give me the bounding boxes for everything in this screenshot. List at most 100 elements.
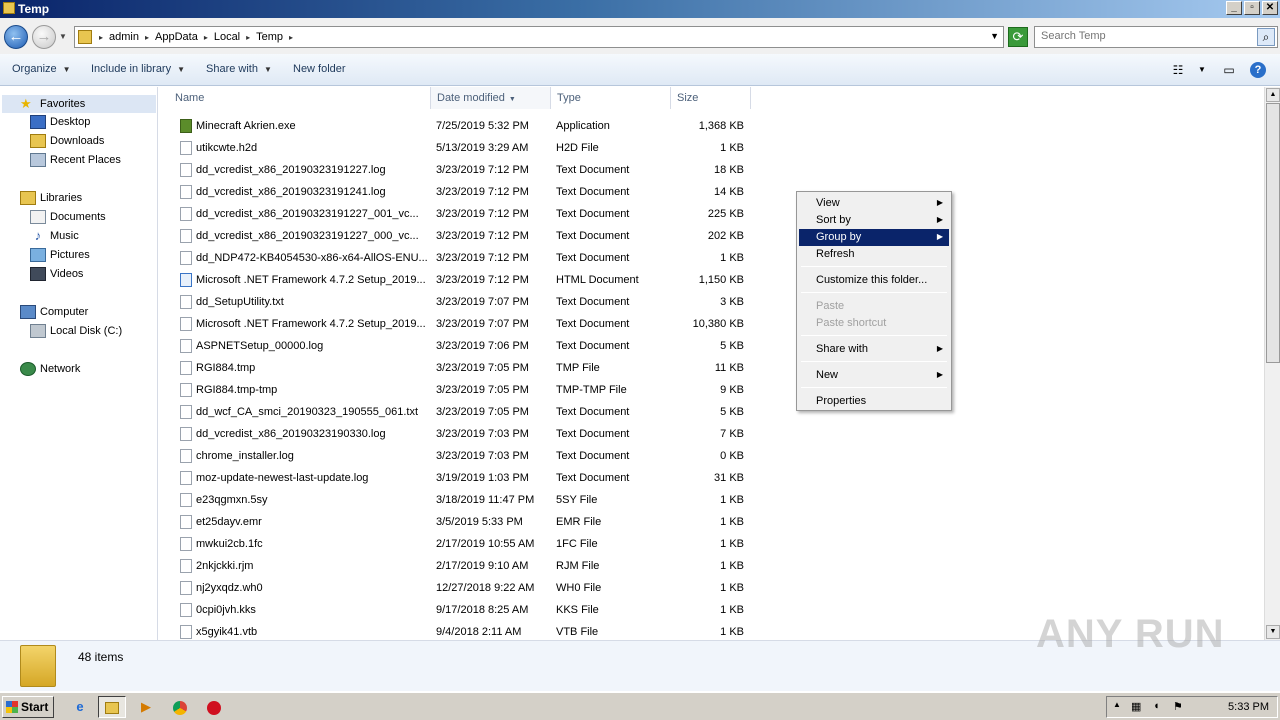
menu-item-properties[interactable]: Properties (799, 393, 949, 410)
videos-icon (30, 267, 46, 281)
breadcrumb-local[interactable]: Local (214, 31, 240, 43)
nav-music[interactable]: ♪ Music (30, 229, 79, 243)
table-row[interactable]: 2nkjckki.rjm 2/17/2019 9:10 AM RJM File 1 K… (160, 555, 760, 577)
table-row[interactable]: dd_SetupUtility.txt 3/23/2019 7:07 PM Text… (160, 291, 760, 313)
file-icon (180, 471, 192, 485)
nav-libraries[interactable]: Libraries (20, 191, 82, 205)
table-row[interactable]: dd_NDP472-KB4054530-x86-x64-AllOS-ENU...… (160, 247, 760, 269)
breadcrumb-separator-icon[interactable]: ▸ (99, 33, 103, 42)
breadcrumb-temp[interactable]: Temp (256, 31, 283, 43)
table-row[interactable]: dd_wcf_CA_smci_20190323_190555_061.txt 3/… (160, 401, 760, 423)
breadcrumb-separator-icon[interactable]: ▸ (145, 33, 149, 42)
nav-network[interactable]: Network (20, 362, 80, 376)
table-row[interactable]: dd_vcredist_x86_20190323190330.log 3/23/2… (160, 423, 760, 445)
refresh-button[interactable]: ⟳ (1008, 27, 1028, 47)
menu-item-paste-shortcut: Paste shortcut (816, 317, 887, 329)
column-header-type[interactable]: Type (551, 87, 671, 109)
menu-item-new[interactable]: New ▶ (799, 367, 949, 384)
search-icon[interactable]: ⌕ (1257, 28, 1275, 46)
action-center-flag-icon[interactable]: ⚑ (1173, 700, 1183, 713)
chrome-icon[interactable] (166, 696, 194, 718)
explorer-task-button[interactable] (98, 696, 126, 718)
clock[interactable]: 5:33 PM (1228, 701, 1269, 713)
table-row[interactable]: e23qgmxn.5sy 3/18/2019 11:47 PM 5SY File 1 … (160, 489, 760, 511)
file-icon (180, 295, 192, 309)
recent-pages-dropdown[interactable]: ▼ (59, 32, 67, 41)
menu-item-sort-by[interactable]: Sort by ▶ (799, 212, 949, 229)
address-history-dropdown[interactable]: ▼ (990, 31, 999, 41)
table-row[interactable]: mwkui2cb.1fc 2/17/2019 10:55 AM 1FC File 1 … (160, 533, 760, 555)
table-row[interactable]: dd_vcredist_x86_20190323191241.log 3/23/2… (160, 181, 760, 203)
nav-documents[interactable]: Documents (30, 210, 106, 224)
menu-item-view[interactable]: View ▶ (799, 195, 949, 212)
breadcrumb-separator-icon[interactable]: ▸ (204, 33, 208, 42)
new-folder-button[interactable]: New folder (293, 63, 346, 75)
table-row[interactable]: 0cpi0jvh.kks 9/17/2018 8:25 AM KKS File 1 K… (160, 599, 760, 621)
table-row[interactable]: Microsoft .NET Framework 4.7.2 Setup_201… (160, 269, 760, 291)
view-options-icon[interactable]: ☷ (1170, 62, 1186, 78)
system-tray: ▲ ▦ ◖ ⚑ 5:33 PM (1106, 696, 1278, 718)
breadcrumb-separator-icon[interactable]: ▸ (246, 33, 250, 42)
forward-button[interactable]: → (32, 25, 56, 49)
organize-button[interactable]: Organize ▼ (12, 63, 71, 75)
table-row[interactable]: ASPNETSetup_00000.log 3/23/2019 7:06 PM Te… (160, 335, 760, 357)
start-button[interactable]: Start (2, 696, 54, 718)
table-row[interactable]: dd_vcredist_x86_20190323191227.log 3/23/2… (160, 159, 760, 181)
file-icon (180, 559, 192, 573)
view-dropdown-icon[interactable]: ▼ (1194, 62, 1210, 78)
address-bar[interactable]: ▸ admin ▸ AppData ▸ Local ▸ Temp ▸ ▼ (74, 26, 1004, 48)
column-header-date-modified[interactable]: Date modified ▼ (431, 87, 551, 109)
table-row[interactable]: x5gyik41.vtb 9/4/2018 2:11 AM VTB File 1 KB (160, 621, 760, 640)
nav-downloads[interactable]: Downloads (30, 134, 104, 148)
maximize-button[interactable]: ▫ (1244, 1, 1260, 15)
breadcrumb-appdata[interactable]: AppData (155, 31, 198, 43)
table-row[interactable]: nj2yxqdz.wh0 12/27/2018 9:22 AM WH0 File 1 … (160, 577, 760, 599)
minimize-button[interactable]: _ (1226, 1, 1242, 15)
search-box[interactable]: ⌕ (1034, 26, 1278, 48)
column-header-size[interactable]: Size (671, 87, 751, 109)
menu-item-share-with[interactable]: Share with ▶ (799, 341, 949, 358)
table-row[interactable]: et25dayv.emr 3/5/2019 5:33 PM EMR File 1 KB (160, 511, 760, 533)
preview-pane-icon[interactable]: ▭ (1221, 62, 1237, 78)
breadcrumb-separator-icon[interactable]: ▸ (289, 33, 293, 42)
show-hidden-icons-icon[interactable]: ▲ (1113, 700, 1121, 709)
include-in-library-button[interactable]: Include in library ▼ (91, 63, 185, 75)
table-row[interactable]: RGI884.tmp-tmp 3/23/2019 7:05 PM TMP-TMP F… (160, 379, 760, 401)
share-with-button[interactable]: Share with ▼ (206, 63, 272, 75)
nav-recent-places[interactable]: Recent Places (30, 153, 121, 167)
column-header-name[interactable]: Name (169, 87, 431, 109)
back-button[interactable]: ← (4, 25, 28, 49)
scrollbar-thumb[interactable] (1266, 103, 1280, 363)
nav-favorites[interactable]: ★ Favorites (2, 95, 156, 113)
media-player-icon[interactable]: ▶ (132, 696, 160, 718)
table-row[interactable]: dd_vcredist_x86_20190323191227_001_vc...… (160, 203, 760, 225)
search-input[interactable] (1041, 30, 1251, 42)
table-row[interactable]: Microsoft .NET Framework 4.7.2 Setup_201… (160, 313, 760, 335)
menu-item-group-by[interactable]: Group by ▶ (799, 229, 949, 246)
close-button[interactable]: ✕ (1262, 1, 1278, 15)
nav-pictures[interactable]: Pictures (30, 248, 90, 262)
nav-local-disk[interactable]: Local Disk (C:) (30, 324, 122, 338)
file-type: TMP-TMP File (556, 384, 627, 396)
scroll-down-icon[interactable]: ▼ (1266, 625, 1280, 639)
chrome-logo (173, 700, 187, 715)
nav-videos[interactable]: Videos (30, 267, 83, 281)
table-row[interactable]: chrome_installer.log 3/23/2019 7:03 PM Tex… (160, 445, 760, 467)
volume-icon[interactable]: ◖ (1153, 700, 1160, 712)
internet-explorer-icon[interactable]: e (66, 696, 94, 718)
table-row[interactable]: Minecraft Akrien.exe 7/25/2019 5:32 PM App… (160, 115, 760, 137)
table-row[interactable]: RGI884.tmp 3/23/2019 7:05 PM TMP File 11 KB (160, 357, 760, 379)
nav-desktop[interactable]: Desktop (30, 115, 90, 129)
opera-icon[interactable] (200, 696, 228, 718)
vertical-scrollbar[interactable]: ▲ ▼ (1264, 87, 1280, 640)
table-row[interactable]: utikcwte.h2d 5/13/2019 3:29 AM H2D File 1 K… (160, 137, 760, 159)
breadcrumb-admin[interactable]: admin (109, 31, 139, 43)
network-status-icon[interactable]: ▦ (1131, 700, 1141, 713)
table-row[interactable]: dd_vcredist_x86_20190323191227_000_vc...… (160, 225, 760, 247)
scroll-up-icon[interactable]: ▲ (1266, 88, 1280, 102)
menu-item-customize-folder[interactable]: Customize this folder... (799, 272, 949, 289)
table-row[interactable]: moz-update-newest-last-update.log 3/19/20… (160, 467, 760, 489)
menu-item-refresh[interactable]: Refresh (799, 246, 949, 263)
help-icon[interactable]: ? (1250, 62, 1266, 78)
nav-computer[interactable]: Computer (20, 305, 88, 319)
